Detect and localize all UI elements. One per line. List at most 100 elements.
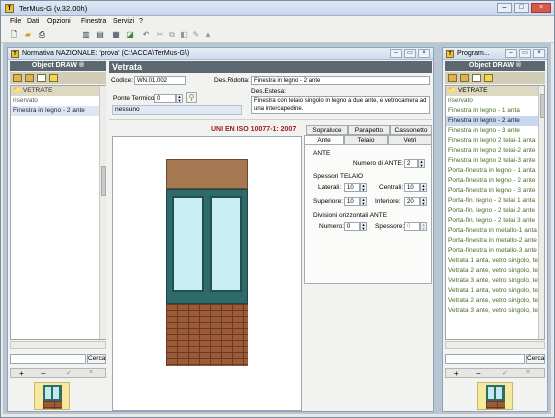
num-ante-input[interactable]: 2 bbox=[404, 159, 418, 168]
tool-8-icon[interactable]: ◧ bbox=[179, 30, 189, 40]
centrali-spinner[interactable]: ▲ ▼ bbox=[420, 183, 427, 192]
tree-scrollbar[interactable] bbox=[99, 86, 106, 339]
prog-minimize-button[interactable]: – bbox=[505, 49, 517, 58]
spessore-spinner[interactable]: ▲ ▼ bbox=[420, 222, 427, 231]
print-icon[interactable]: ⎙ bbox=[37, 30, 47, 40]
ponte-termico-link-icon[interactable]: ⚲ bbox=[186, 92, 197, 103]
program-remove-button[interactable]: − bbox=[476, 369, 481, 378]
close-button[interactable]: × bbox=[531, 3, 551, 13]
inferiore-input[interactable]: 20 bbox=[404, 197, 420, 206]
prog-view-preview-icon[interactable] bbox=[472, 74, 481, 82]
remove-button[interactable]: − bbox=[41, 369, 46, 378]
program-search-input[interactable] bbox=[445, 354, 525, 364]
tool-4-icon[interactable]: ◪ bbox=[125, 30, 135, 40]
program-list-item[interactable]: Finestra in legno - 3 ante bbox=[446, 126, 544, 136]
program-list-item[interactable]: Porta-fin. legno - 2 telai 3 ante bbox=[446, 216, 544, 226]
program-list-item-selected[interactable]: Finestra in legno - 2 ante bbox=[446, 116, 544, 126]
program-confirm-button[interactable]: ✓ bbox=[502, 369, 508, 377]
tree-item-selected[interactable]: Finestra in legno - 2 ante bbox=[11, 106, 105, 116]
program-list-item[interactable]: Porta-finestra in metallo-1 anta bbox=[446, 226, 544, 236]
des-estesa-textarea[interactable]: Finestra con telaio singolo in legno a d… bbox=[251, 96, 430, 114]
program-list-item[interactable]: Porta-finestra in legno - 3 ante bbox=[446, 186, 544, 196]
menu-help[interactable]: ? bbox=[139, 18, 143, 25]
program-scroll-thumb[interactable] bbox=[540, 94, 544, 118]
program-hscrollbar[interactable] bbox=[445, 341, 545, 349]
prog-restore-button[interactable]: ▭ bbox=[519, 49, 531, 58]
centrali-input[interactable]: 10 bbox=[404, 183, 420, 192]
program-add-button[interactable]: + bbox=[454, 369, 459, 378]
tool-5-icon[interactable]: ↶ bbox=[141, 30, 151, 40]
program-list-item[interactable]: Vetrata 1 anta, vetro singolo, tel bbox=[446, 286, 544, 296]
program-search-button[interactable]: Cerca bbox=[526, 354, 545, 364]
view-list-icon[interactable] bbox=[13, 74, 22, 82]
program-cancel-button[interactable]: × bbox=[526, 369, 530, 376]
laterali-spinner[interactable]: ▲ ▼ bbox=[360, 183, 367, 192]
menu-servizi[interactable]: Servizi bbox=[113, 18, 134, 25]
program-list-item[interactable]: Vetrata 3 ante, vetro singolo, tel bbox=[446, 306, 544, 316]
program-list-item[interactable]: Porta-finestra in metallo-2 ante bbox=[446, 236, 544, 246]
program-list-item[interactable]: Porta-fin. legno - 2 telai 1 anta bbox=[446, 196, 544, 206]
program-list-item[interactable]: Finestra in legno 2 telai-2 ante bbox=[446, 146, 544, 156]
tool-7-icon[interactable]: ⧉ bbox=[167, 30, 177, 40]
program-list-item[interactable]: Finestra in legno 2 telai-1 anta bbox=[446, 136, 544, 146]
tab-sopraluce[interactable]: Sopraluce bbox=[306, 125, 348, 135]
view-preview-icon[interactable] bbox=[37, 74, 46, 82]
program-list-item[interactable]: Porta-finestra in legno - 2 ante bbox=[446, 176, 544, 186]
maximize-button[interactable]: □ bbox=[514, 3, 529, 13]
tree-group-vetrate[interactable]: 📁 VETRATE bbox=[11, 86, 105, 96]
tree-hscrollbar[interactable] bbox=[10, 341, 106, 349]
menu-finestra[interactable]: Finestra bbox=[81, 18, 106, 25]
tool-6-icon[interactable]: ✂ bbox=[155, 30, 165, 40]
doc-restore-button[interactable]: ▭ bbox=[404, 49, 416, 58]
prog-view-list-icon[interactable] bbox=[448, 74, 457, 82]
superiore-spinner[interactable]: ▲ ▼ bbox=[360, 197, 367, 206]
program-list-item[interactable]: Finestra in legno 2 telai-3 ante bbox=[446, 156, 544, 166]
program-list-item[interactable]: Finestra in legno - 1 anta bbox=[446, 106, 544, 116]
program-list-scrollbar[interactable] bbox=[538, 86, 544, 339]
des-ridotta-input[interactable]: Finestra in legno - 2 ante bbox=[251, 76, 430, 85]
tree-scroll-thumb[interactable] bbox=[101, 166, 106, 196]
inferiore-spinner[interactable]: ▲ ▼ bbox=[420, 197, 427, 206]
tool-10-icon[interactable]: ▲ bbox=[203, 30, 213, 40]
tab-cassonetto[interactable]: Cassonetto bbox=[390, 125, 432, 135]
add-button[interactable]: + bbox=[19, 369, 24, 378]
menu-opzioni[interactable]: Opzioni bbox=[47, 18, 71, 25]
spessore-input[interactable]: 0 bbox=[404, 222, 420, 231]
program-list-item[interactable]: Vetrata 2 ante, vetro singolo, tel bbox=[446, 266, 544, 276]
program-list-item[interactable]: Porta-finestra in metallo-3 ante bbox=[446, 246, 544, 256]
program-group-vetrate[interactable]: 📁 VETRATE bbox=[446, 86, 544, 96]
program-list-item[interactable]: Vetrata 1 anta, vetro singolo, tel bbox=[446, 256, 544, 266]
cancel-button[interactable]: × bbox=[89, 369, 93, 376]
tab-parapetto[interactable]: Parapetto bbox=[348, 125, 390, 135]
view-tree-icon[interactable] bbox=[25, 74, 34, 82]
doc-close-button[interactable]: × bbox=[418, 49, 430, 58]
view-info-icon[interactable] bbox=[49, 74, 58, 82]
laterali-input[interactable]: 10 bbox=[344, 183, 360, 192]
tool-2-icon[interactable]: ▤ bbox=[95, 30, 105, 40]
tool-1-icon[interactable]: ▥ bbox=[81, 30, 91, 40]
prog-close-button[interactable]: × bbox=[533, 49, 545, 58]
program-list-item[interactable]: Vetrata 2 ante, vetro singolo, tel bbox=[446, 296, 544, 306]
program-list-item[interactable]: riservato bbox=[446, 96, 544, 106]
codice-input[interactable]: WN.01.002 bbox=[134, 76, 186, 85]
search-input[interactable] bbox=[10, 354, 86, 364]
ponte-termico-spinner[interactable]: ▲ ▼ bbox=[176, 94, 183, 103]
program-list-item[interactable]: Porta-finestra in legno - 1 anta bbox=[446, 166, 544, 176]
prog-view-info-icon[interactable] bbox=[484, 74, 493, 82]
superiore-input[interactable]: 10 bbox=[344, 197, 360, 206]
confirm-button[interactable]: ✓ bbox=[66, 369, 72, 377]
numero-spinner[interactable]: ▲ ▼ bbox=[360, 222, 367, 231]
num-ante-spinner[interactable]: ▲ ▼ bbox=[418, 159, 425, 168]
prog-view-tree-icon[interactable] bbox=[460, 74, 469, 82]
tool-3-icon[interactable]: ▦ bbox=[111, 30, 121, 40]
menu-file[interactable]: File bbox=[10, 18, 21, 25]
open-icon[interactable]: ▰ bbox=[23, 30, 33, 40]
doc-minimize-button[interactable]: – bbox=[390, 49, 402, 58]
ponte-termico-input[interactable]: 0 bbox=[154, 94, 176, 103]
program-list-item[interactable]: Porta-fin. legno - 2 telai 2 ante bbox=[446, 206, 544, 216]
tree-item[interactable]: riservato bbox=[11, 96, 105, 106]
minimize-button[interactable]: – bbox=[497, 3, 512, 13]
menu-dati[interactable]: Dati bbox=[27, 18, 39, 25]
program-list-item[interactable]: Vetrata 3 ante, vetro singolo, tel bbox=[446, 276, 544, 286]
numero-input[interactable]: 0 bbox=[344, 222, 360, 231]
